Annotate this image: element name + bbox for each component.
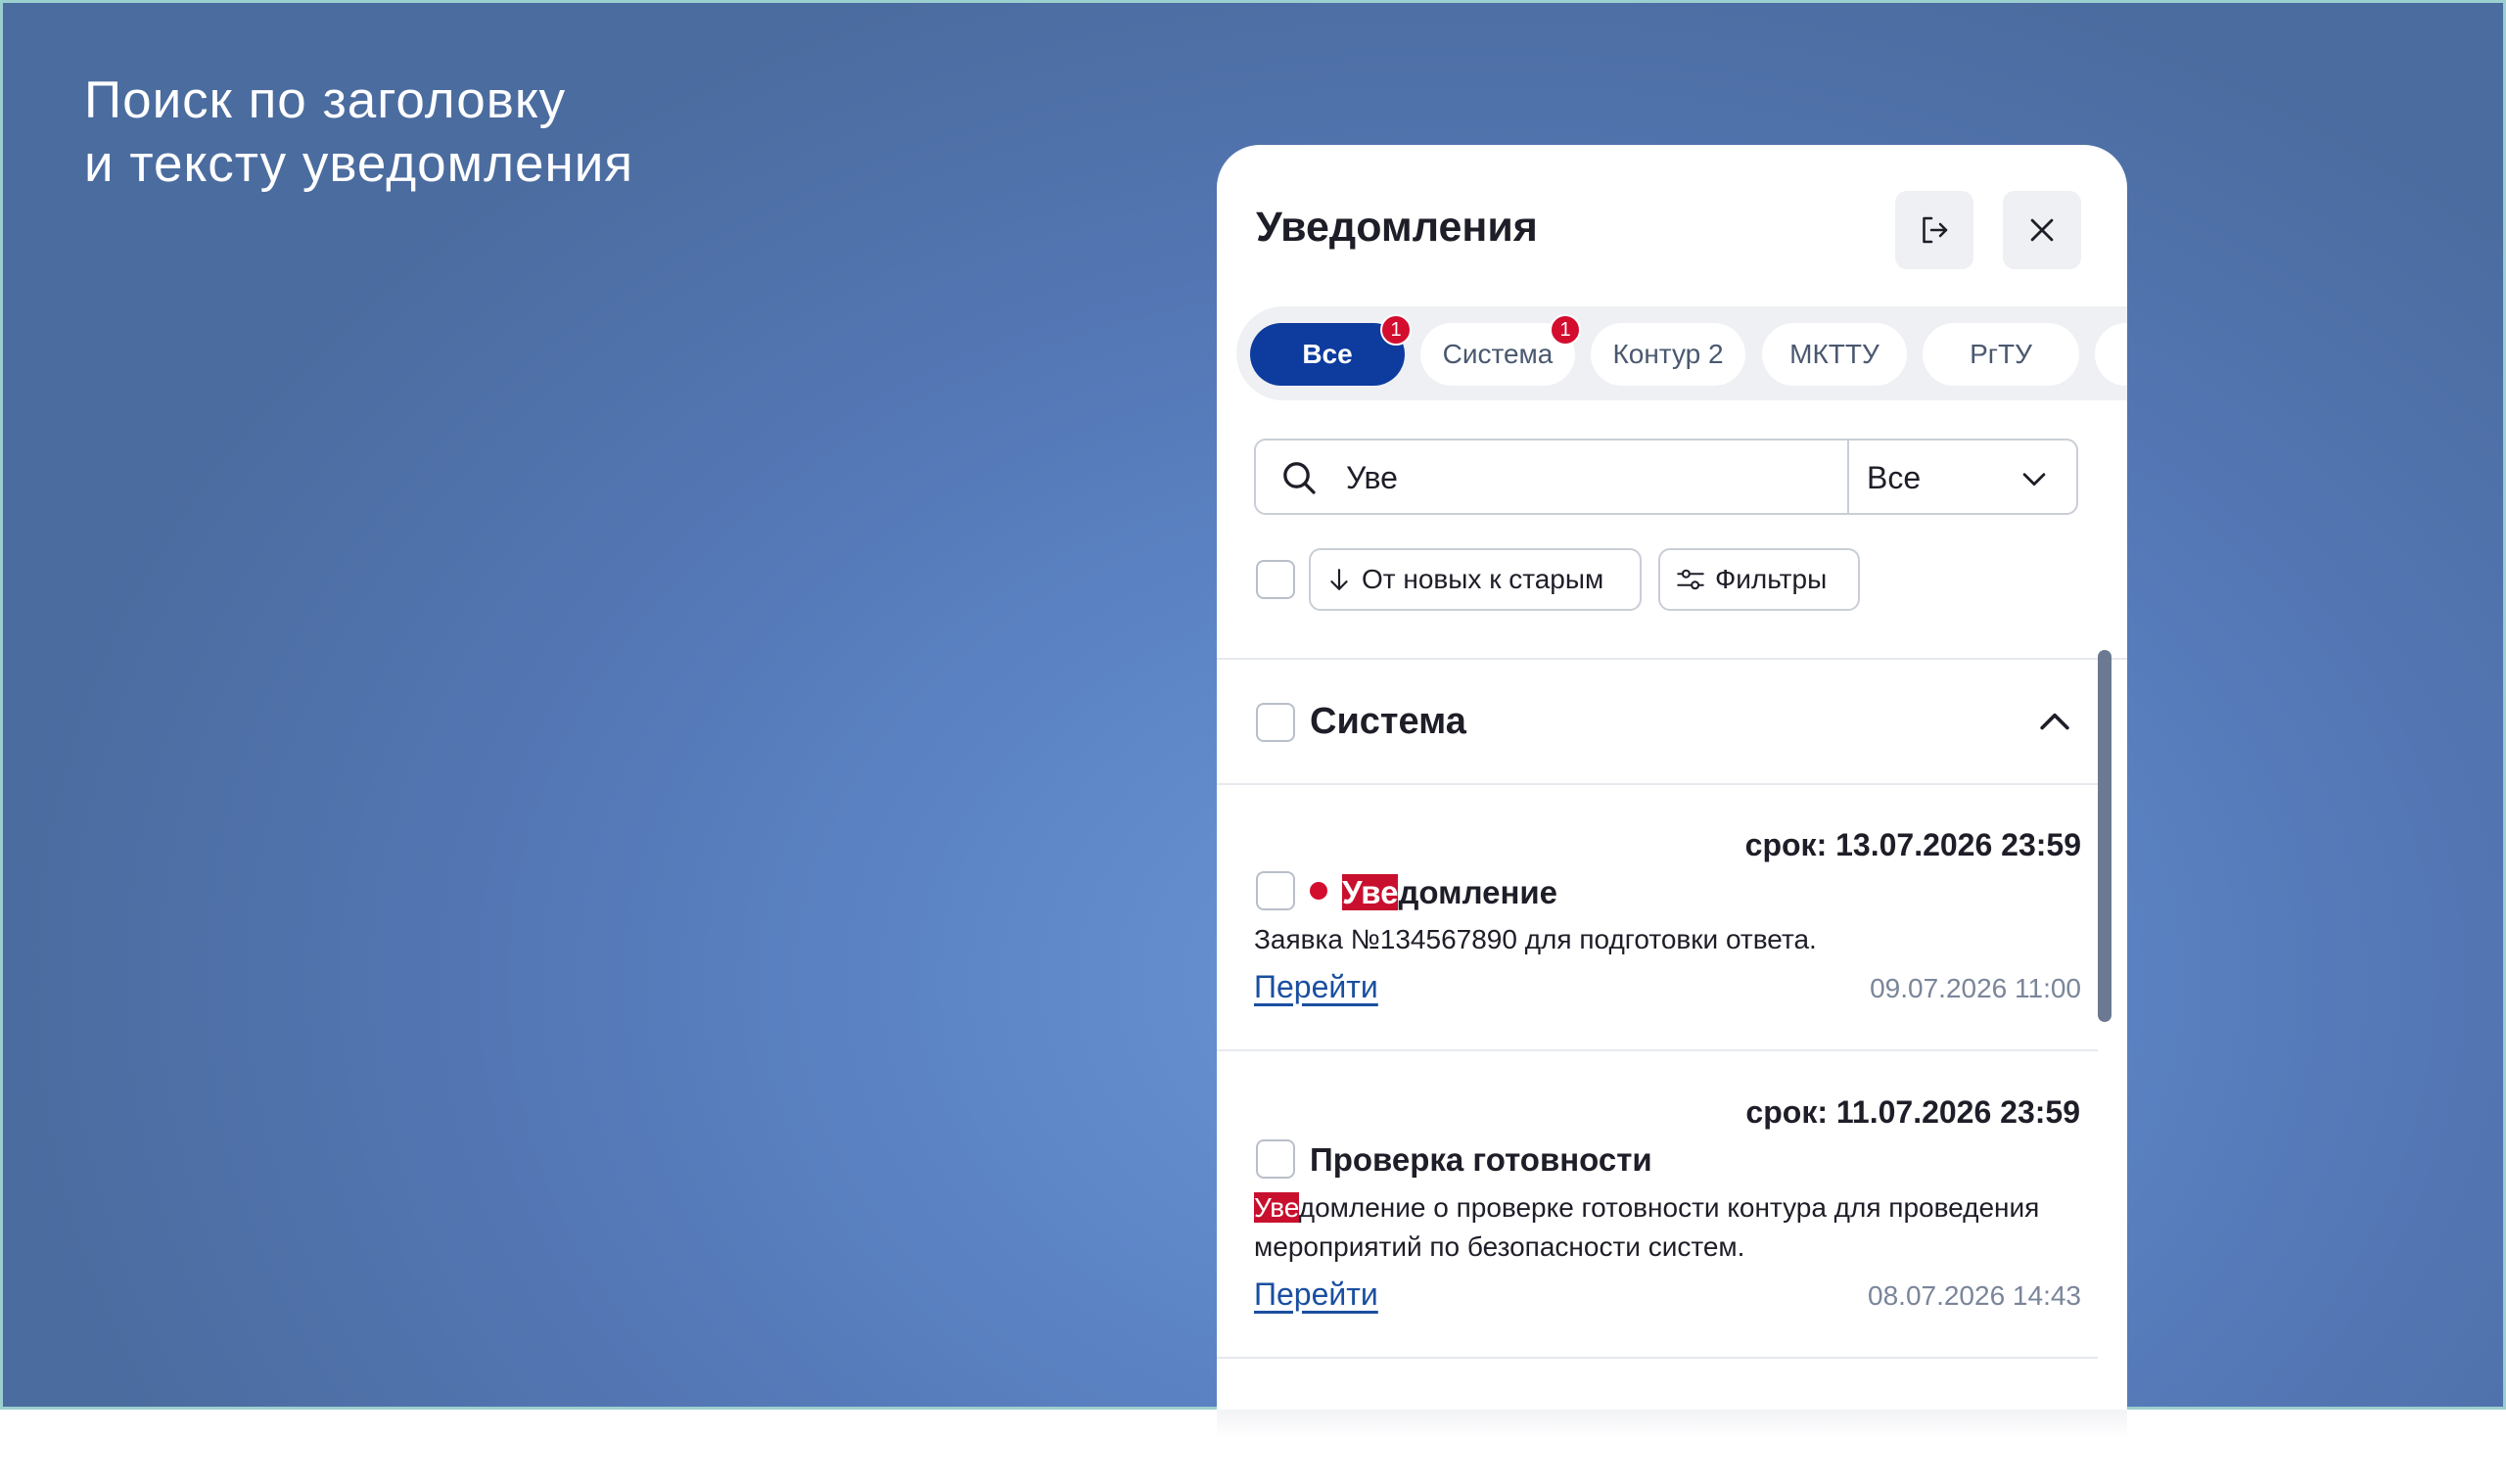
notification-body: Уведомление о проверке готовности контур…	[1254, 1188, 2076, 1267]
tab-mkttu[interactable]: МКТТУ	[1762, 323, 1907, 386]
sort-button[interactable]: От новых к старым	[1309, 548, 1642, 611]
headline-line-1: Поиск по заголовку	[84, 71, 567, 129]
title-rest: домление	[1398, 874, 1558, 910]
deadline-text: срок: 11.07.2026 23:59	[1745, 1094, 2080, 1130]
go-link[interactable]: Перейти	[1254, 1276, 1378, 1313]
search-highlight: Уве	[1254, 1192, 1299, 1223]
scope-select-value[interactable]: Все	[1867, 460, 1921, 496]
unread-dot	[1310, 882, 1327, 900]
tab-all-badge: 1	[1380, 314, 1412, 346]
tab-system-badge: 1	[1550, 314, 1581, 346]
go-link[interactable]: Перейти	[1254, 969, 1378, 1005]
logout-icon	[1923, 216, 1948, 244]
headline: Поиск по заголовку и тексту уведомления	[84, 69, 633, 196]
divider	[1217, 1357, 2098, 1359]
headline-line-2: и тексту уведомления	[84, 135, 634, 193]
body-rest: домление о проверке готовности контура д…	[1254, 1192, 2040, 1262]
chevron-down-icon[interactable]	[2018, 462, 2051, 495]
notification-date: 09.07.2026 11:00	[1870, 973, 2081, 1003]
arrow-down-icon	[1330, 569, 1348, 590]
tab-kontur-2[interactable]: Контур 2	[1591, 323, 1745, 386]
sort-label: От новых к старым	[1362, 564, 1604, 594]
deadline-text: срок: 13.07.2026 23:59	[1744, 827, 2081, 862]
notification-checkbox[interactable]	[1256, 1139, 1295, 1179]
panel-fade	[1217, 1410, 2127, 1439]
group-checkbox[interactable]	[1256, 703, 1295, 742]
select-all-checkbox[interactable]	[1256, 560, 1295, 599]
notifications-panel: Уведомления Все 1 Система 1 Контур 2 МКТ…	[1217, 145, 2127, 1410]
close-icon	[2030, 218, 2054, 242]
search-divider	[1847, 441, 1849, 513]
chevron-up-icon[interactable]	[2033, 701, 2076, 744]
search-field: Все	[1254, 439, 2078, 515]
group-title: Система	[1310, 701, 1466, 742]
tab-rgtu[interactable]: РгТУ	[1923, 323, 2079, 386]
notification-title[interactable]: Уведомление	[1342, 874, 1557, 911]
divider	[1217, 658, 2127, 660]
notification-checkbox[interactable]	[1256, 871, 1295, 910]
panel-title: Уведомления	[1256, 204, 1538, 251]
notification-body: Заявка №134567890 для подготовки ответа.	[1254, 924, 1817, 954]
filters-label: Фильтры	[1715, 564, 1828, 594]
notification-title[interactable]: Проверка готовности	[1310, 1141, 1652, 1179]
notification-date: 08.07.2026 14:43	[1868, 1280, 2081, 1311]
divider	[1217, 783, 2098, 785]
close-button[interactable]	[2003, 191, 2081, 269]
search-highlight: Уве	[1342, 874, 1399, 910]
search-input[interactable]	[1346, 450, 1835, 505]
search-icon	[1283, 462, 1316, 494]
filters-button[interactable]: Фильтры	[1658, 548, 1860, 611]
scrollbar[interactable]	[2098, 650, 2112, 1022]
divider	[1217, 1049, 2098, 1051]
sliders-icon	[1677, 569, 1704, 590]
logout-button[interactable]	[1895, 191, 1973, 269]
